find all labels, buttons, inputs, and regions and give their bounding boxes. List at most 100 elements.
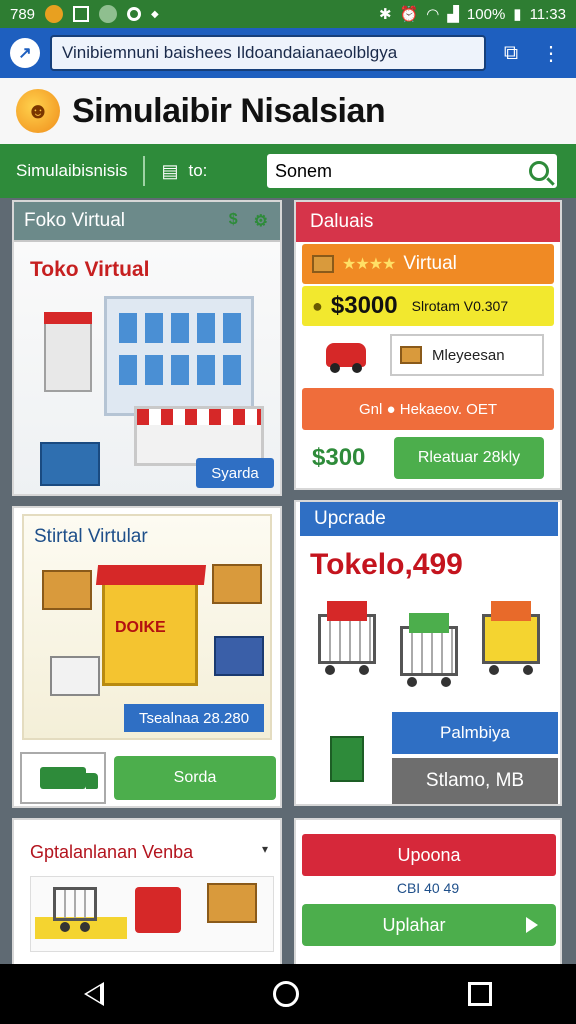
- wholesale-illustration: [30, 876, 274, 952]
- stall-title: Stirtal Virtular: [34, 526, 148, 547]
- details-action-button[interactable]: Rleatuar 28kly: [394, 437, 544, 479]
- store-building-icon: [94, 286, 270, 476]
- cart-icon: [53, 887, 97, 932]
- goods-icon: [214, 636, 264, 676]
- upgrade-card: Upcrade Tokelo,499 Palmbiya Stlamo, MB: [294, 500, 562, 806]
- chevron-down-icon[interactable]: ▾: [262, 842, 268, 856]
- delivery-button[interactable]: [20, 752, 106, 804]
- stall-action-button[interactable]: Sorda: [114, 756, 276, 800]
- search-box[interactable]: [264, 151, 560, 191]
- stall-sign: DOIKE: [115, 619, 166, 636]
- recents-icon[interactable]: [467, 982, 492, 1006]
- url-bar[interactable]: Vinibiemnuni baishees Ildoandaianaeolblg…: [50, 35, 486, 71]
- bottle-icon: [135, 887, 181, 933]
- browser-toolbar: ↗ Vinibiemnuni baishees Ildoandaianaeolb…: [0, 28, 576, 78]
- browser-logo-icon[interactable]: ↗: [10, 38, 40, 68]
- details-card: Daluais ★★★★ Virtual ● $3000 Slrotam V0.…: [294, 200, 562, 490]
- store-subtitle: Toko Virtual: [30, 258, 150, 281]
- cart-full-icon: [318, 601, 376, 675]
- wifi-icon: ◠: [426, 6, 440, 23]
- money-icon[interactable]: $: [229, 211, 238, 231]
- notification-dot-icon: ◆: [151, 8, 159, 20]
- upgrade-option-button[interactable]: Upoona: [302, 834, 556, 876]
- boxes-icon: [400, 346, 422, 364]
- offer-text: Gnl ● Hekaeov. OET: [359, 400, 497, 418]
- upgrade-code: CBI 40 49: [396, 880, 460, 896]
- details-card-header: Daluais: [296, 202, 560, 242]
- upgrade-options-card: Upoona CBI 40 49 Uplahar: [294, 818, 562, 968]
- app-header: ☻ Simulaibir Nisalsian: [0, 78, 576, 144]
- upgrade-primary-button[interactable]: Palmbiya: [392, 712, 558, 754]
- cart-icon: [50, 656, 100, 696]
- search-input[interactable]: [275, 160, 529, 182]
- alarm-icon: ⏰: [399, 6, 419, 23]
- crates-icon: [40, 442, 100, 486]
- back-icon[interactable]: [84, 982, 105, 1006]
- upgrade-play-label: Uplahar: [382, 914, 446, 935]
- status-time-left: 789: [10, 5, 36, 23]
- stall-card: Stirtal Virtular DOIKE Tsealnaa 28.280 S…: [12, 506, 282, 808]
- toolbar-label: Simulaibisnisis: [16, 161, 128, 180]
- store-card[interactable]: Foko Virtual $ ⚙ Toko Virtual Syarda: [12, 200, 282, 496]
- rating-stars: ★★★★: [342, 256, 396, 273]
- cart-icon: [400, 613, 458, 687]
- price-value: $3000: [330, 292, 398, 319]
- box-icon: [212, 564, 262, 604]
- truck-icon: [40, 767, 98, 789]
- settings-icon[interactable]: ⚙: [254, 211, 268, 231]
- home-icon[interactable]: [272, 981, 299, 1007]
- status-bar: 789 ◆ ✱ ⏰ ◠ ▟ 100% ▮ 11:33: [0, 0, 576, 28]
- price-note: Slrotam V0.307: [411, 298, 509, 314]
- toolbar-to-label: to:: [188, 161, 208, 180]
- price-row[interactable]: ● $3000 Slrotam V0.307: [302, 286, 554, 326]
- rating-label: Virtual: [403, 253, 457, 274]
- message-row: Mleyeesan: [302, 332, 554, 378]
- car-icon: [326, 343, 366, 373]
- app-toolbar: Simulaibisnisis ▤ to:: [0, 144, 576, 198]
- system-nav-bar: [0, 964, 576, 1024]
- upgrade-price: Tokelo,499: [310, 548, 463, 581]
- wholesale-title: Gptalanlanan Venba: [30, 842, 194, 862]
- upgrade-play-button[interactable]: Uplahar: [302, 904, 556, 946]
- message-box[interactable]: Mleyeesan: [390, 334, 544, 376]
- upgrade-secondary-button[interactable]: Stlamo, MB: [392, 758, 558, 804]
- wholesale-card[interactable]: Gptalanlanan Venba ▾: [12, 818, 282, 968]
- coin-icon: ●: [312, 295, 323, 316]
- share-icon[interactable]: ⧉: [496, 38, 526, 68]
- secondary-price: $300: [312, 444, 366, 471]
- app-title: Simulaibir Nisalsian: [72, 91, 386, 130]
- register-icon: [330, 736, 364, 782]
- store-card-title: Foko Virtual: [24, 210, 126, 231]
- status-time-right: 11:33: [529, 5, 566, 23]
- upgrade-card-header: Upcrade: [300, 502, 558, 536]
- offer-row[interactable]: Gnl ● Hekaeov. OET: [302, 388, 554, 430]
- search-icon[interactable]: [529, 161, 549, 181]
- buy-row: $300 Rleatuar 28kly: [302, 436, 554, 480]
- box-icon: [207, 883, 257, 923]
- battery-label: 100%: [466, 5, 506, 23]
- notification-image-icon: [73, 6, 90, 22]
- message-text: Mleyeesan: [432, 346, 505, 364]
- toolbar-divider: [143, 156, 146, 186]
- notification-coin-icon: [45, 5, 64, 23]
- play-icon: [525, 917, 538, 933]
- store-card-header: Foko Virtual $ ⚙: [14, 202, 280, 242]
- stall-illustration: Stirtal Virtular DOIKE Tsealnaa 28.280: [22, 514, 272, 740]
- store-illustration: Toko Virtual Syarda: [14, 242, 280, 494]
- stall-tag[interactable]: Tsealnaa 28.280: [124, 704, 264, 732]
- app-logo-icon: ☻: [16, 89, 60, 133]
- battery-icon: ▮: [513, 6, 522, 23]
- cashier-icon[interactable]: ▤: [161, 161, 178, 182]
- bluetooth-icon: ✱: [379, 6, 392, 23]
- signal-icon: ▟: [447, 6, 459, 23]
- package-icon: [312, 255, 334, 273]
- market-stand-icon: [44, 312, 92, 392]
- notification-app-icon: [99, 5, 118, 23]
- notification-sync-icon: [127, 7, 142, 21]
- market-stall-icon: DOIKE: [102, 576, 198, 686]
- rating-row[interactable]: ★★★★ Virtual: [302, 244, 554, 284]
- box-icon: [42, 570, 92, 610]
- more-icon[interactable]: ⋮: [536, 38, 566, 68]
- store-button[interactable]: Syarda: [196, 458, 274, 488]
- cart-produce-icon: [482, 601, 540, 675]
